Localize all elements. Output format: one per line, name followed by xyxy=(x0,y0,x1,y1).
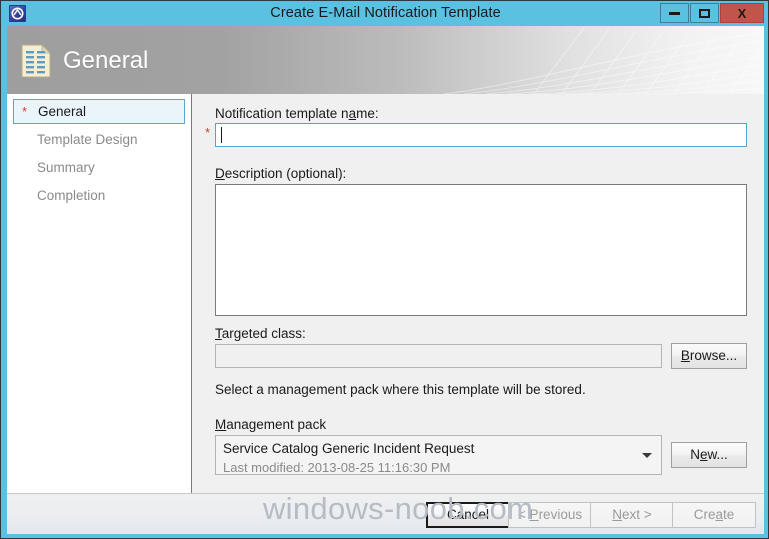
sidebar-item-summary[interactable]: Summary xyxy=(13,155,185,180)
name-required-marker: * xyxy=(205,125,211,140)
management-pack-combobox[interactable]: Service Catalog Generic Incident Request… xyxy=(215,435,662,475)
document-template-icon xyxy=(21,44,51,78)
browse-button[interactable]: Browse... xyxy=(671,343,747,369)
close-button[interactable]: X xyxy=(720,3,764,23)
dialog-footer: Cancel < Previous Next > Create xyxy=(7,493,764,534)
notification-template-name-label: Notification template name: xyxy=(215,106,379,121)
new-management-pack-button[interactable]: New... xyxy=(671,442,747,468)
maximize-icon xyxy=(699,8,710,18)
title-bar: Create E-Mail Notification Template X xyxy=(1,1,768,26)
management-pack-selected-value: Service Catalog Generic Incident Request xyxy=(223,441,475,456)
cancel-button[interactable]: Cancel xyxy=(426,502,510,528)
targeted-class-input[interactable] xyxy=(215,344,662,368)
description-textarea[interactable] xyxy=(216,185,746,315)
management-pack-label: Management pack xyxy=(215,417,327,432)
minimize-button[interactable] xyxy=(660,3,689,23)
wizard-step-sidebar: * General Template Design Summary Comple… xyxy=(7,94,192,493)
sidebar-item-label: Summary xyxy=(37,160,95,175)
chevron-down-icon[interactable] xyxy=(642,453,652,458)
dialog-body: * General Template Design Summary Comple… xyxy=(7,94,764,493)
required-marker: * xyxy=(22,104,28,119)
minimize-icon xyxy=(669,11,680,15)
sidebar-item-label: Template Design xyxy=(37,132,138,147)
sidebar-item-label: Completion xyxy=(37,188,106,203)
description-textarea-wrapper xyxy=(215,184,747,316)
sidebar-item-completion[interactable]: Completion xyxy=(13,183,185,208)
dialog-window: Create E-Mail Notification Template X Ge… xyxy=(0,0,769,539)
description-label: Description (optional): xyxy=(215,166,347,181)
sidebar-item-label: General xyxy=(38,104,87,119)
page-header: General xyxy=(7,26,764,94)
window-title: Create E-Mail Notification Template xyxy=(270,5,501,21)
notification-template-name-input[interactable] xyxy=(215,123,747,147)
maximize-button[interactable] xyxy=(690,3,719,23)
next-button[interactable]: Next > xyxy=(590,502,674,528)
header-swoosh-decoration xyxy=(443,27,764,94)
create-button[interactable]: Create xyxy=(672,502,756,528)
sidebar-item-general[interactable]: * General xyxy=(13,99,185,124)
close-icon: X xyxy=(737,5,747,21)
targeted-class-label: Targeted class: xyxy=(215,326,306,341)
text-caret xyxy=(221,127,222,143)
previous-button[interactable]: < Previous xyxy=(508,502,592,528)
page-title: General xyxy=(63,47,149,74)
management-pack-last-modified: Last modified: 2013-08-25 11:16:30 PM xyxy=(223,460,451,475)
wizard-content-pane: Notification template name: * Descriptio… xyxy=(193,94,764,493)
management-pack-helper-text: Select a management pack where this temp… xyxy=(215,382,586,397)
sidebar-item-template-design[interactable]: Template Design xyxy=(13,127,185,152)
